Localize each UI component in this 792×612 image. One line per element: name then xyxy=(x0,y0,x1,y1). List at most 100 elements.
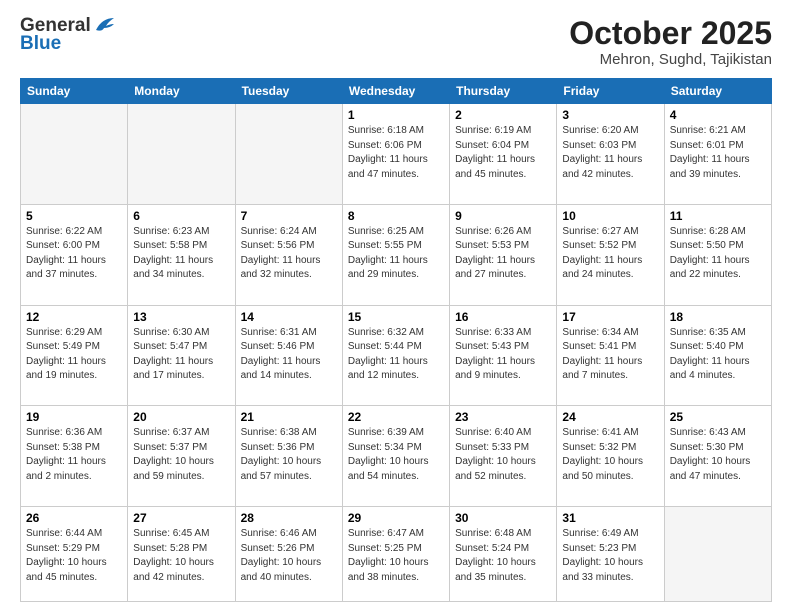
day-number: 24 xyxy=(562,410,658,424)
day-number: 17 xyxy=(562,310,658,324)
day-detail: Sunrise: 6:21 AM Sunset: 6:01 PM Dayligh… xyxy=(670,124,766,182)
calendar-table: Sunday Monday Tuesday Wednesday Thursday… xyxy=(20,78,772,602)
table-row: 3Sunrise: 6:20 AM Sunset: 6:03 PM Daylig… xyxy=(557,104,664,205)
col-friday: Friday xyxy=(557,79,664,104)
calendar-week-row: 5 Sunrise: 6:22 AM Sunset: 6:00 PM Daylig… xyxy=(21,204,772,305)
col-thursday: Thursday xyxy=(450,79,557,104)
table-row: 5 Sunrise: 6:22 AM Sunset: 6:00 PM Daylig… xyxy=(21,204,128,305)
table-row: 10 Sunrise: 6:27 AM Sunset: 5:52 PM Dayli… xyxy=(557,204,664,305)
day-detail: Sunrise: 6:34 AM Sunset: 5:41 PM Dayligh… xyxy=(562,326,658,384)
table-row: 15 Sunrise: 6:32 AM Sunset: 5:44 PM Dayli… xyxy=(342,305,449,406)
table-row: 24 Sunrise: 6:41 AM Sunset: 5:32 PM Dayli… xyxy=(557,406,664,507)
table-row: 11 Sunrise: 6:28 AM Sunset: 5:50 PM Dayli… xyxy=(664,204,771,305)
table-row: 31Sunrise: 6:49 AM Sunset: 5:23 PM Dayli… xyxy=(557,507,664,602)
day-number: 21 xyxy=(241,410,337,424)
day-number: 23 xyxy=(455,410,551,424)
col-sunday: Sunday xyxy=(21,79,128,104)
day-detail: Sunrise: 6:37 AM Sunset: 5:37 PM Dayligh… xyxy=(133,426,229,484)
table-row: 29 Sunrise: 6:47 AM Sunset: 5:25 PM Dayli… xyxy=(342,507,449,602)
table-row: 12 Sunrise: 6:29 AM Sunset: 5:49 PM Dayli… xyxy=(21,305,128,406)
day-number: 6 xyxy=(133,209,229,223)
day-detail: Sunrise: 6:28 AM Sunset: 5:50 PM Dayligh… xyxy=(670,225,766,283)
day-number: 9 xyxy=(455,209,551,223)
table-row xyxy=(235,104,342,205)
day-detail: Sunrise: 6:23 AM Sunset: 5:58 PM Dayligh… xyxy=(133,225,229,283)
day-number: 20 xyxy=(133,410,229,424)
table-row: 30 Sunrise: 6:48 AM Sunset: 5:24 PM Dayli… xyxy=(450,507,557,602)
day-detail: Sunrise: 6:19 AM Sunset: 6:04 PM Dayligh… xyxy=(455,124,551,182)
table-row: 22Sunrise: 6:39 AM Sunset: 5:34 PM Dayli… xyxy=(342,406,449,507)
day-number: 30 xyxy=(455,511,551,525)
day-detail: Sunrise: 6:39 AM Sunset: 5:34 PM Dayligh… xyxy=(348,426,444,484)
table-row: 17 Sunrise: 6:34 AM Sunset: 5:41 PM Dayli… xyxy=(557,305,664,406)
day-number: 10 xyxy=(562,209,658,223)
day-number: 19 xyxy=(26,410,122,424)
day-number: 2 xyxy=(455,108,551,122)
day-detail: Sunrise: 6:46 AM Sunset: 5:26 PM Dayligh… xyxy=(241,527,337,585)
table-row: 19 Sunrise: 6:36 AM Sunset: 5:38 PM Dayli… xyxy=(21,406,128,507)
calendar-week-row: 1 Sunrise: 6:18 AM Sunset: 6:06 PM Daylig… xyxy=(21,104,772,205)
day-number: 8 xyxy=(348,209,444,223)
day-detail: Sunrise: 6:38 AM Sunset: 5:36 PM Dayligh… xyxy=(241,426,337,484)
logo: General Blue xyxy=(20,16,116,53)
table-row: 25Sunrise: 6:43 AM Sunset: 5:30 PM Dayli… xyxy=(664,406,771,507)
table-row: 23 Sunrise: 6:40 AM Sunset: 5:33 PM Dayli… xyxy=(450,406,557,507)
day-number: 5 xyxy=(26,209,122,223)
logo-bird-icon xyxy=(94,16,116,34)
calendar-week-row: 12 Sunrise: 6:29 AM Sunset: 5:49 PM Dayli… xyxy=(21,305,772,406)
table-row: 2 Sunrise: 6:19 AM Sunset: 6:04 PM Daylig… xyxy=(450,104,557,205)
day-number: 31 xyxy=(562,511,658,525)
table-row: 7Sunrise: 6:24 AM Sunset: 5:56 PM Daylig… xyxy=(235,204,342,305)
day-number: 7 xyxy=(241,209,337,223)
day-detail: Sunrise: 6:40 AM Sunset: 5:33 PM Dayligh… xyxy=(455,426,551,484)
day-number: 11 xyxy=(670,209,766,223)
title-block: October 2025 Mehron, Sughd, Tajikistan xyxy=(569,16,772,68)
day-number: 1 xyxy=(348,108,444,122)
table-row: 13Sunrise: 6:30 AM Sunset: 5:47 PM Dayli… xyxy=(128,305,235,406)
month-title: October 2025 xyxy=(569,16,772,51)
day-number: 27 xyxy=(133,511,229,525)
col-saturday: Saturday xyxy=(664,79,771,104)
day-detail: Sunrise: 6:48 AM Sunset: 5:24 PM Dayligh… xyxy=(455,527,551,585)
day-detail: Sunrise: 6:33 AM Sunset: 5:43 PM Dayligh… xyxy=(455,326,551,384)
day-detail: Sunrise: 6:22 AM Sunset: 6:00 PM Dayligh… xyxy=(26,225,122,283)
col-monday: Monday xyxy=(128,79,235,104)
col-wednesday: Wednesday xyxy=(342,79,449,104)
calendar-header-row: Sunday Monday Tuesday Wednesday Thursday… xyxy=(21,79,772,104)
calendar-week-row: 19 Sunrise: 6:36 AM Sunset: 5:38 PM Dayli… xyxy=(21,406,772,507)
table-row: 27 Sunrise: 6:45 AM Sunset: 5:28 PM Dayli… xyxy=(128,507,235,602)
table-row: 6 Sunrise: 6:23 AM Sunset: 5:58 PM Daylig… xyxy=(128,204,235,305)
day-detail: Sunrise: 6:29 AM Sunset: 5:49 PM Dayligh… xyxy=(26,326,122,384)
logo-blue: Blue xyxy=(20,34,61,53)
day-detail: Sunrise: 6:27 AM Sunset: 5:52 PM Dayligh… xyxy=(562,225,658,283)
day-detail: Sunrise: 6:25 AM Sunset: 5:55 PM Dayligh… xyxy=(348,225,444,283)
day-number: 12 xyxy=(26,310,122,324)
day-detail: Sunrise: 6:47 AM Sunset: 5:25 PM Dayligh… xyxy=(348,527,444,585)
table-row: 4 Sunrise: 6:21 AM Sunset: 6:01 PM Daylig… xyxy=(664,104,771,205)
table-row: 16 Sunrise: 6:33 AM Sunset: 5:43 PM Dayli… xyxy=(450,305,557,406)
day-number: 16 xyxy=(455,310,551,324)
table-row: 14Sunrise: 6:31 AM Sunset: 5:46 PM Dayli… xyxy=(235,305,342,406)
day-detail: Sunrise: 6:36 AM Sunset: 5:38 PM Dayligh… xyxy=(26,426,122,484)
header: General Blue October 2025 Mehron, Sughd,… xyxy=(20,16,772,68)
table-row: 28Sunrise: 6:46 AM Sunset: 5:26 PM Dayli… xyxy=(235,507,342,602)
day-number: 25 xyxy=(670,410,766,424)
day-number: 4 xyxy=(670,108,766,122)
col-tuesday: Tuesday xyxy=(235,79,342,104)
table-row: 9 Sunrise: 6:26 AM Sunset: 5:53 PM Daylig… xyxy=(450,204,557,305)
day-detail: Sunrise: 6:20 AM Sunset: 6:03 PM Dayligh… xyxy=(562,124,658,182)
day-number: 15 xyxy=(348,310,444,324)
day-number: 14 xyxy=(241,310,337,324)
table-row: 20 Sunrise: 6:37 AM Sunset: 5:37 PM Dayli… xyxy=(128,406,235,507)
day-detail: Sunrise: 6:45 AM Sunset: 5:28 PM Dayligh… xyxy=(133,527,229,585)
table-row xyxy=(128,104,235,205)
day-detail: Sunrise: 6:32 AM Sunset: 5:44 PM Dayligh… xyxy=(348,326,444,384)
day-detail: Sunrise: 6:41 AM Sunset: 5:32 PM Dayligh… xyxy=(562,426,658,484)
location: Mehron, Sughd, Tajikistan xyxy=(569,51,772,68)
day-number: 29 xyxy=(348,511,444,525)
day-number: 26 xyxy=(26,511,122,525)
day-detail: Sunrise: 6:18 AM Sunset: 6:06 PM Dayligh… xyxy=(348,124,444,182)
table-row xyxy=(664,507,771,602)
day-detail: Sunrise: 6:26 AM Sunset: 5:53 PM Dayligh… xyxy=(455,225,551,283)
calendar-week-row: 26Sunrise: 6:44 AM Sunset: 5:29 PM Dayli… xyxy=(21,507,772,602)
